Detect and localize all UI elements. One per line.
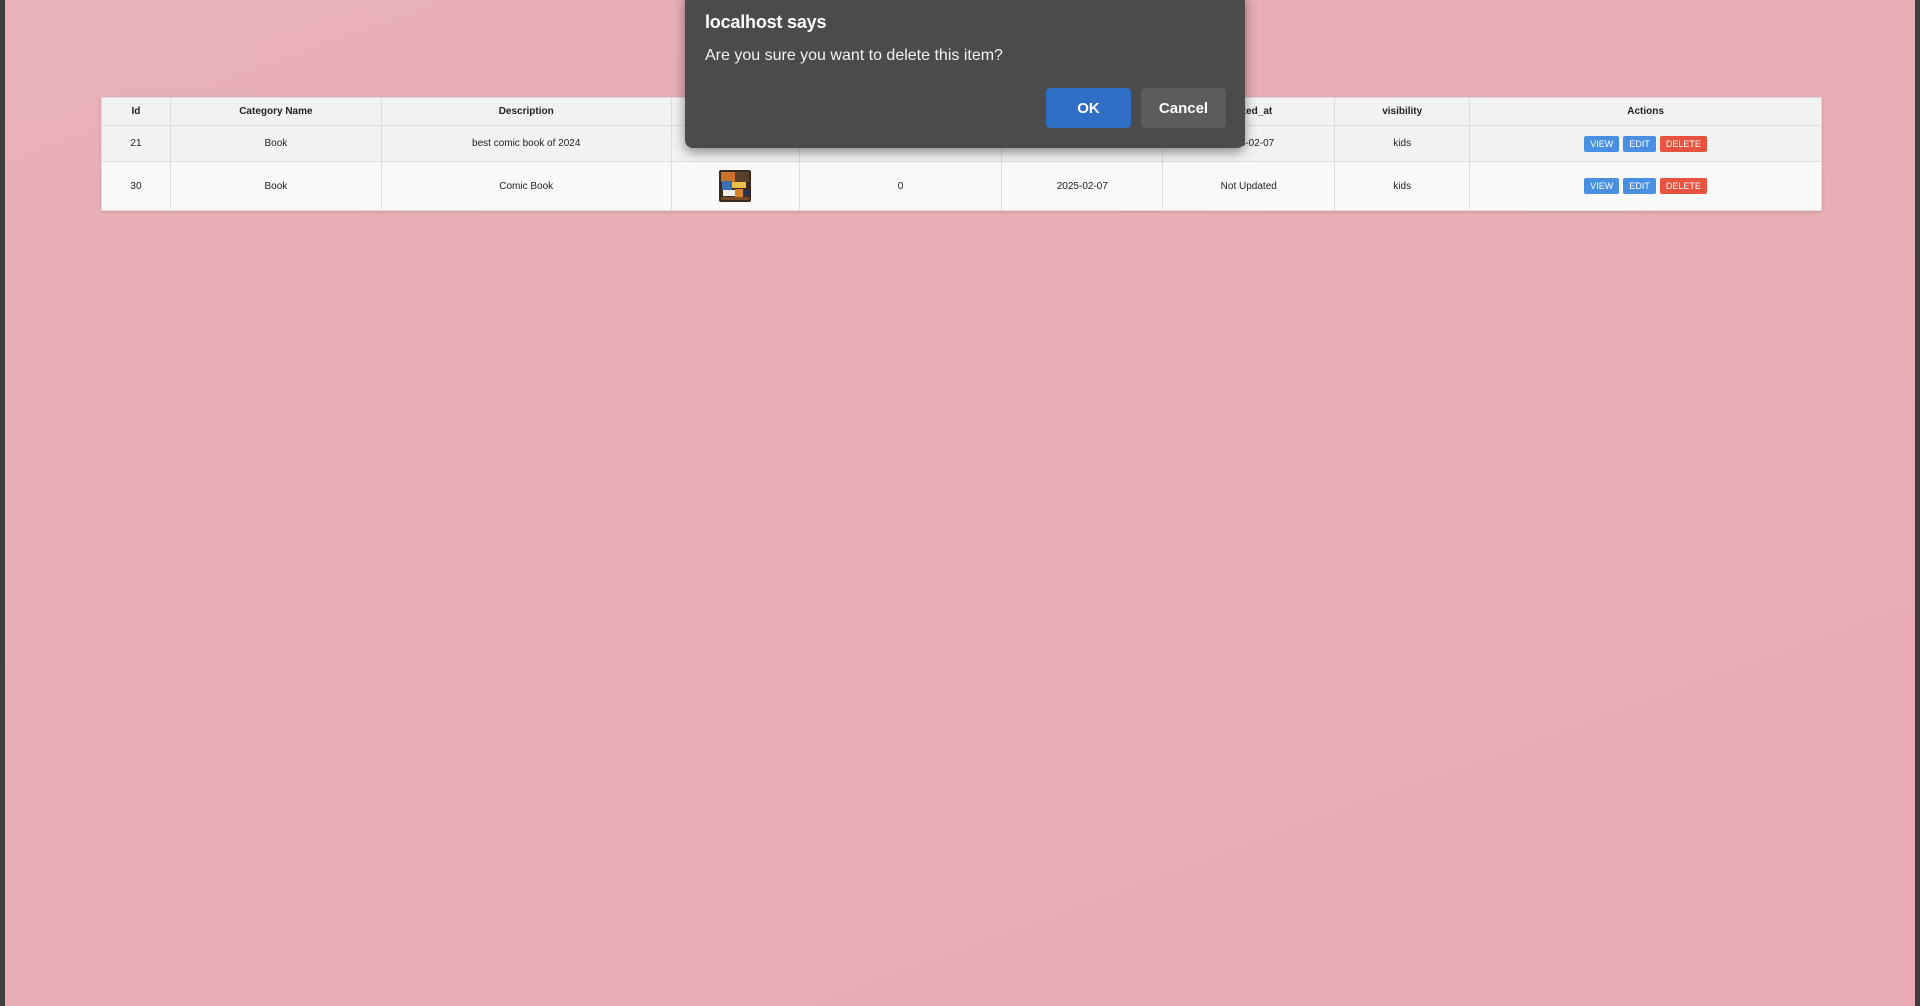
cancel-button[interactable]: Cancel [1141,88,1226,128]
dialog-message: Are you sure you want to delete this ite… [705,47,1003,64]
header-actions: Actions [1469,97,1822,126]
header-category-name: Category Name [169,97,382,126]
page-background: Id Category Name Description updated_at … [5,0,1915,1006]
view-button[interactable]: VIEW [1584,135,1620,152]
cell-visibility: kids [1334,161,1471,211]
edit-button[interactable]: EDIT [1623,178,1656,194]
cell-visibility: kids [1334,125,1471,162]
book-thumbnail-image [719,170,752,202]
view-button[interactable]: VIEW [1584,178,1620,194]
cell-description: best comic book of 2024 [380,125,672,162]
header-visibility: visibility [1334,97,1471,126]
cell-description: Comic Book [380,161,672,211]
cell-updated: Not Updated [1162,161,1336,211]
cell-id: 30 [101,161,171,211]
table-row: 30 Book Comic Book 0 2025-02-07 Not Upda… [101,161,1822,211]
delete-button[interactable]: DELETE [1659,135,1707,152]
cell-image [670,161,800,211]
cell-id: 21 [101,125,171,162]
ok-button[interactable]: OK [1046,88,1131,128]
cell-category: Book [169,161,382,211]
dialog-title: localhost says [705,12,827,32]
cell-actions: VIEW EDIT DELETE [1469,125,1822,162]
edit-button[interactable]: EDIT [1623,135,1656,152]
cell-created: 2025-02-07 [1001,161,1164,211]
cell-category: Book [169,125,382,162]
cell-count: 0 [798,161,1003,211]
header-id: Id [101,97,171,126]
header-description: Description [380,97,672,126]
confirm-dialog: localhost says Are you sure you want to … [685,0,1245,148]
cell-actions: VIEW EDIT DELETE [1469,161,1822,211]
delete-button[interactable]: DELETE [1659,178,1707,194]
